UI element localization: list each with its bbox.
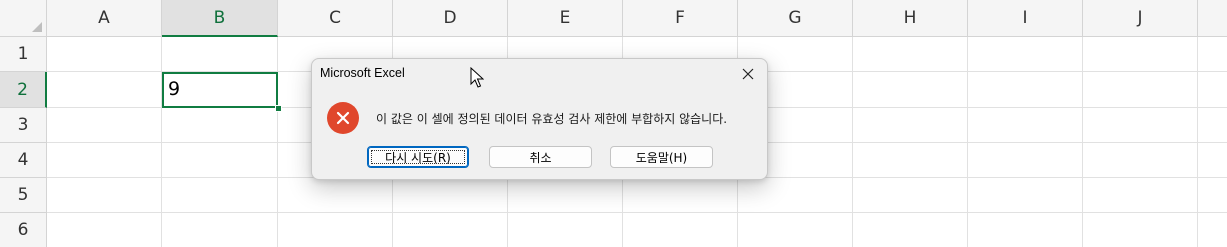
column-header-c[interactable]: C xyxy=(278,0,393,37)
cancel-button[interactable]: 취소 xyxy=(489,146,592,168)
cell-value: 9 xyxy=(168,78,181,100)
column-header-j[interactable]: J xyxy=(1083,0,1198,37)
help-button-label: 도움말(H) xyxy=(635,150,688,165)
dialog-title: Microsoft Excel xyxy=(320,66,405,80)
row-header-6[interactable]: 6 xyxy=(0,213,47,247)
column-header-b[interactable]: B xyxy=(162,0,278,37)
dialog-message: 이 값은 이 셀에 정의된 데이터 유효성 검사 제한에 부합하지 않습니다. xyxy=(376,112,728,126)
error-icon xyxy=(327,102,359,134)
close-icon xyxy=(742,68,754,80)
help-button[interactable]: 도움말(H) xyxy=(610,146,713,168)
retry-button[interactable]: 다시 시도(R) xyxy=(367,146,469,168)
column-header-h[interactable]: H xyxy=(853,0,968,37)
active-cell-b2[interactable]: 9 xyxy=(162,72,278,108)
column-header-e[interactable]: E xyxy=(508,0,623,37)
column-header-g[interactable]: G xyxy=(738,0,853,37)
data-validation-error-dialog: Microsoft Excel 이 값은 이 셀에 정의된 데이터 유효성 검사… xyxy=(311,58,768,180)
select-all-corner[interactable] xyxy=(0,0,47,37)
column-header-d[interactable]: D xyxy=(393,0,508,37)
focus-rectangle xyxy=(371,150,465,164)
close-button[interactable] xyxy=(735,63,761,85)
row-header-2[interactable]: 2 xyxy=(0,72,47,108)
row-header-5[interactable]: 5 xyxy=(0,178,47,213)
grid-line xyxy=(47,212,1227,213)
column-header-i[interactable]: I xyxy=(968,0,1083,37)
cancel-button-label: 취소 xyxy=(529,150,552,165)
column-header-f[interactable]: F xyxy=(623,0,738,37)
mouse-pointer-icon xyxy=(470,67,484,88)
row-header-1[interactable]: 1 xyxy=(0,37,47,72)
fill-handle[interactable] xyxy=(275,105,282,112)
column-header-a[interactable]: A xyxy=(47,0,162,37)
row-header-4[interactable]: 4 xyxy=(0,143,47,178)
column-header-partial[interactable] xyxy=(1198,0,1227,37)
select-all-triangle-icon xyxy=(32,22,42,32)
row-header-3[interactable]: 3 xyxy=(0,108,47,143)
